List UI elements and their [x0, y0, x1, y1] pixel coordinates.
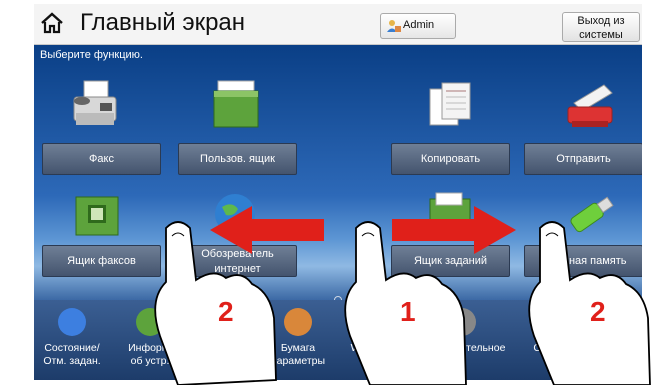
more-button[interactable]: Дополнительное: [424, 300, 505, 380]
instruction-text: Выберите функцию.: [40, 49, 143, 61]
fax-box-button[interactable]: Ящик факсов: [42, 245, 161, 277]
home-icon[interactable]: [40, 11, 64, 35]
step-number-right: 2: [590, 296, 606, 327]
admin-button[interactable]: Admin: [380, 13, 456, 39]
send-button[interactable]: Отправить: [524, 143, 642, 175]
user-box-icon: [213, 80, 259, 128]
user-icon: [387, 20, 401, 32]
status-label-1: Состояние/: [44, 342, 100, 354]
paper-label-1: Бумага: [280, 342, 316, 354]
page-title: Главный экран: [80, 9, 246, 36]
browser-button[interactable]: Обозреватель интернет: [178, 245, 297, 277]
main-content: Выберите функцию. Факс Пользов. ящик Коп…: [34, 45, 642, 380]
header-bar: Главный экран Admin Выход из системы: [34, 4, 642, 45]
browser-label-line2: интернет: [214, 263, 261, 275]
step-number-left: 2: [218, 296, 234, 327]
removable-memory-button[interactable]: Съемная память: [524, 245, 642, 277]
paper-settings-button[interactable]: Бумага параметры: [260, 300, 336, 380]
more-label: Дополнительное: [424, 342, 506, 354]
job-box-button[interactable]: Ящик заданий: [391, 245, 510, 277]
device-info-label-2: об устр.: [130, 355, 170, 367]
fax-button[interactable]: Факс: [42, 143, 161, 175]
screen-frame: Главный экран Admin Выход из системы Выб…: [34, 4, 642, 380]
browser-label-line1: Обозреватель: [201, 248, 274, 260]
device-info-label-1: Информ.: [128, 342, 172, 354]
more-icon: [448, 308, 476, 336]
bottom-bar: Состояние/Отм. задан. Информ. об устр. Бу…: [34, 300, 642, 380]
fax-box-icon: [75, 196, 119, 236]
step-number-center: 1: [400, 296, 416, 327]
wifi-label: Wi-Fi Direct: [350, 342, 406, 354]
job-box-icon: [429, 192, 471, 236]
help-button[interactable]: ? Справка: [516, 300, 592, 380]
admin-label: Admin: [403, 19, 435, 31]
status-icon: [58, 308, 86, 336]
send-icon: [567, 84, 613, 127]
status-button[interactable]: Состояние/Отм. задан.: [34, 300, 110, 380]
help-icon: ?: [540, 308, 568, 336]
paper-settings-icon: [284, 308, 312, 336]
fax-icon: [73, 80, 117, 125]
logout-label-line1: Выход из: [577, 15, 625, 27]
device-info-button[interactable]: Информ. об устр.: [112, 300, 188, 380]
device-info-icon: [136, 308, 164, 336]
logout-label-line2: системы: [579, 29, 623, 41]
wifi-icon: [364, 308, 392, 336]
user-box-button[interactable]: Пользов. ящик: [178, 143, 297, 175]
copy-button[interactable]: Копировать: [391, 143, 510, 175]
paper-label-2: параметры: [270, 355, 326, 367]
copy-icon: [429, 82, 471, 126]
usb-icon: [570, 196, 614, 233]
status-label-2: Отм. задан.: [43, 355, 101, 367]
help-label: Справка: [533, 342, 575, 354]
globe-icon: [215, 194, 255, 234]
logout-button[interactable]: Выход из системы: [562, 12, 640, 42]
